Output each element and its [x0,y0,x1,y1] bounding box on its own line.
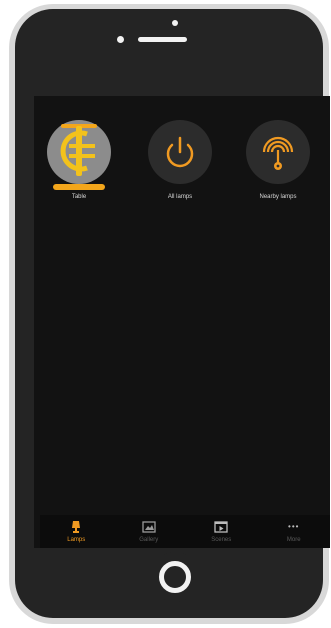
camera-dot [172,20,178,26]
tab-gallery[interactable]: Gallery [113,515,186,548]
lamp-tile-label: Nearby lamps [259,194,297,200]
bottom-tab-bar: Lamps Gallery Scenes ••• More [40,515,330,548]
more-dots-icon: ••• [288,522,300,531]
power-icon [166,136,194,168]
table-lamp-logo-icon [60,124,97,176]
lamp-tile-all-lamps[interactable]: All lamps [135,120,225,200]
app-screen: Table All lamps Nearby lamps Lamps Galle… [34,96,330,548]
lamp-tile-table[interactable]: Table [34,120,124,200]
lamp-tile-label: Table [71,194,87,200]
scenes-play-icon [214,520,228,534]
front-sensor-dot [117,36,124,43]
lamp-tile-nearby-lamps[interactable]: Nearby lamps [233,120,323,200]
tab-label: More [286,537,301,543]
lamp-tile-circle [47,120,111,190]
selected-underline [53,184,105,190]
tab-scenes[interactable]: Scenes [185,515,258,548]
lamp-tile-circle [246,120,310,184]
tab-label: Scenes [211,537,232,543]
lamp-icon [71,520,81,534]
lamp-tile-circle [148,120,212,184]
gallery-icon [142,520,156,534]
tab-lamps[interactable]: Lamps [40,515,113,548]
lamp-tile-label: All lamps [167,194,193,200]
home-button[interactable] [150,552,200,602]
home-ring-icon [159,561,191,593]
earpiece-speaker [138,37,187,42]
tab-label: Gallery [139,537,159,543]
nearby-signal-icon [262,136,294,170]
tab-label: Lamps [67,537,86,543]
tab-more[interactable]: ••• More [258,515,331,548]
